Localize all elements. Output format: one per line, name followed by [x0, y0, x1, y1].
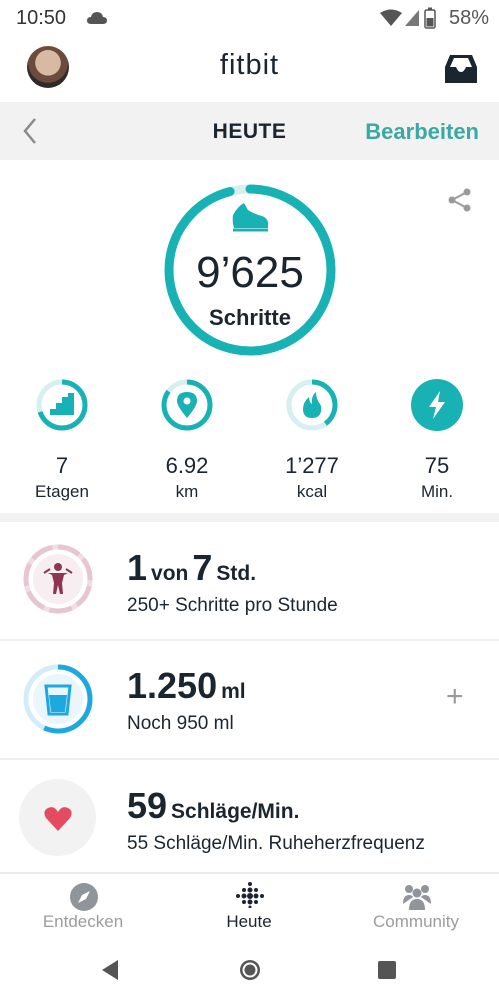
nav-today[interactable]: Heute: [166, 912, 332, 932]
stat-label: kcal: [296, 482, 328, 501]
heart-subtitle: 55 Schläge/Min. Ruheherzfrequenz: [127, 833, 425, 854]
status-bar: 10:50 58%: [0, 0, 499, 36]
hourly-count: 1: [127, 547, 148, 588]
water-amount: 1.250: [127, 665, 218, 706]
stat-value: 7: [55, 453, 69, 478]
fitbit-dots-icon[interactable]: [235, 882, 265, 908]
heart-icon: [44, 807, 72, 831]
status-time: 10:50: [16, 7, 67, 29]
hourly-unit: Std.: [216, 562, 257, 585]
heart-unit: Schläge/Min.: [171, 800, 300, 823]
heart-bpm: 59: [127, 785, 168, 826]
water-subtitle: Noch 950 ml: [127, 713, 234, 734]
system-home-icon[interactable]: [238, 958, 262, 982]
community-icon[interactable]: [401, 884, 433, 910]
edit-button[interactable]: Bearbeiten: [365, 119, 479, 145]
cell-signal-icon: [405, 10, 419, 26]
stat-ring-km[interactable]: [160, 378, 214, 432]
hourly-total: 7: [192, 547, 213, 588]
steps-label: Schritte: [209, 305, 291, 330]
app-logo: fitbit: [219, 49, 280, 81]
hourly-subtitle: 250+ Schritte pro Stunde: [127, 595, 338, 616]
water-value: 1.250 ml: [127, 665, 246, 707]
compass-icon[interactable]: [69, 882, 99, 912]
standing-person-icon: [43, 563, 73, 594]
share-icon[interactable]: [447, 187, 473, 213]
section-divider: [0, 513, 499, 522]
steps-count: 9’625: [196, 248, 304, 297]
water-unit: ml: [221, 680, 246, 703]
cloud-icon: [87, 12, 107, 24]
date-bar: HEUTE Bearbeiten: [0, 102, 499, 160]
stat-value: 6.92: [165, 453, 209, 478]
nav-explore[interactable]: Entdecken: [0, 912, 166, 932]
stat-label: Min.: [420, 482, 454, 501]
heart-value: 59 Schläge/Min.: [127, 785, 299, 827]
inbox-icon[interactable]: [442, 53, 480, 85]
battery-percent: 58%: [448, 7, 489, 29]
flame-icon: [303, 392, 322, 418]
location-pin-icon: [177, 392, 197, 418]
stat-value: 75: [424, 453, 450, 478]
stat-value: 1’277: [285, 453, 339, 478]
wifi-icon: [380, 9, 402, 26]
stat-label: km: [175, 482, 199, 501]
stat-ring-kcal[interactable]: [285, 378, 339, 432]
add-water-button[interactable]: +: [446, 680, 464, 714]
hourly-value: 1 von 7 Std.: [127, 547, 256, 589]
system-recents-icon[interactable]: [377, 960, 397, 980]
hourly-of: von: [151, 562, 189, 585]
stat-ring-min[interactable]: [410, 378, 464, 432]
battery-icon: [424, 7, 436, 29]
stat-label: Etagen: [35, 482, 89, 501]
water-glass-icon: [44, 684, 72, 716]
nav-community[interactable]: Community: [333, 912, 499, 932]
stat-ring-etagen[interactable]: [35, 378, 89, 432]
shoe-icon: [232, 203, 268, 232]
stairs-icon: [50, 393, 74, 415]
system-back-icon[interactable]: [100, 959, 120, 981]
